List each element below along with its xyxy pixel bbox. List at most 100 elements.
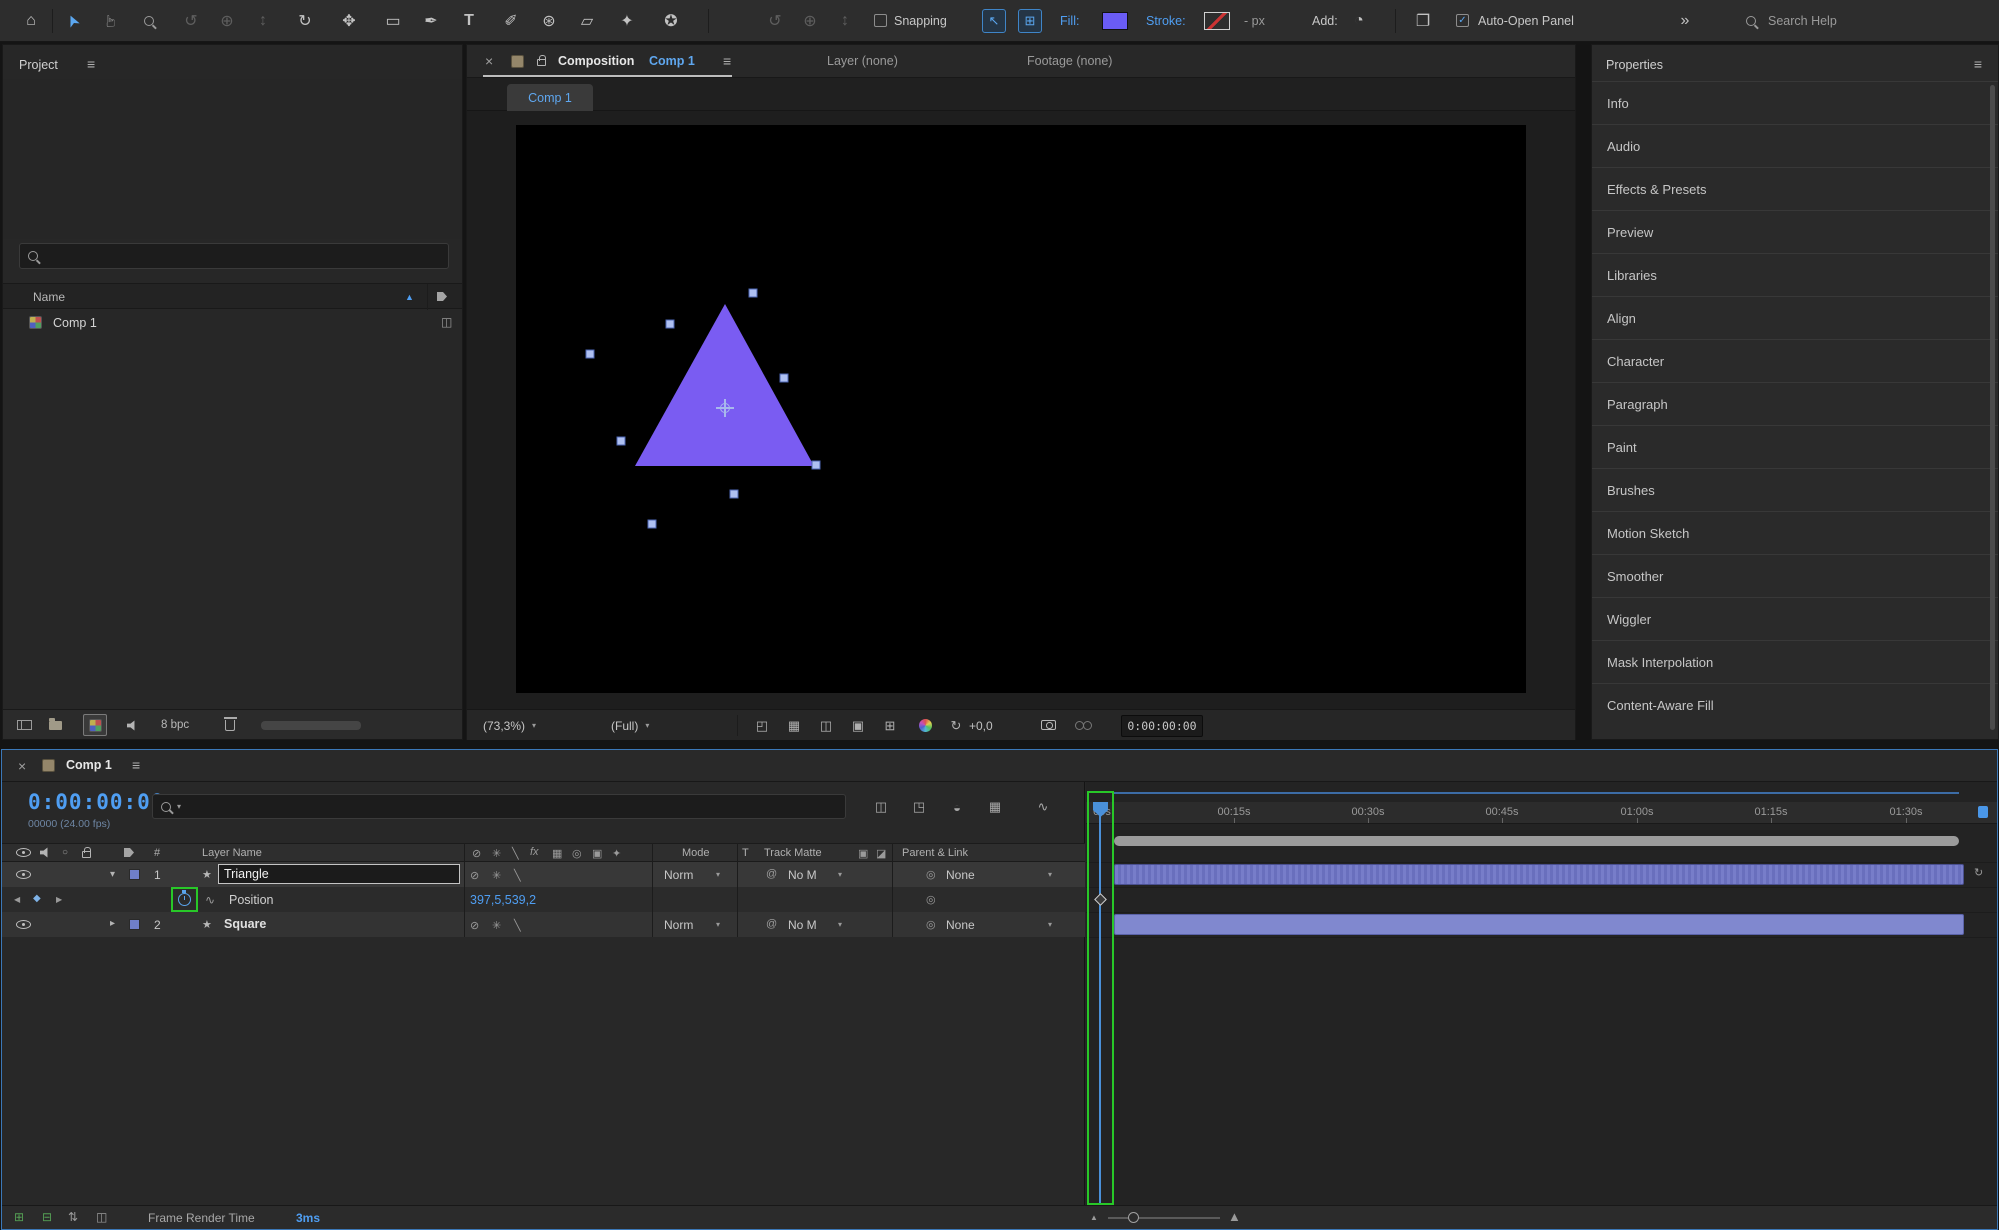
zoom-out-mountain-icon[interactable]: ▲ <box>1090 1213 1098 1222</box>
selection-handle[interactable] <box>780 374 789 383</box>
project-search-input[interactable] <box>19 243 449 269</box>
draft-3d-icon[interactable]: ◳ <box>906 796 932 818</box>
label-color-swatch[interactable] <box>129 869 140 880</box>
hand-tool-icon[interactable]: ☞ <box>90 6 132 36</box>
panel-toggle-icon[interactable]: ❐ <box>1408 0 1438 42</box>
toggle-mask-icon[interactable]: ◫ <box>813 710 839 741</box>
panel-item-motion-sketch[interactable]: Motion Sketch <box>1592 511 1998 554</box>
track-matte-pickwhip-icon[interactable]: @ <box>766 918 777 930</box>
timeline-tab-label[interactable]: Comp 1 <box>66 758 112 772</box>
quality-toggle-icon[interactable]: ╲ <box>514 869 521 882</box>
mode-column-header[interactable]: Mode <box>682 847 710 859</box>
panel-item-wiggler[interactable]: Wiggler <box>1592 597 1998 640</box>
search-help-label[interactable]: Search Help <box>1768 0 1837 42</box>
auto-open-panel-checkbox[interactable]: ✓ <box>1456 14 1469 27</box>
type-tool-icon[interactable]: T <box>454 0 484 42</box>
toggle-transfer-modes-icon[interactable]: ⊞ <box>14 1210 24 1224</box>
layer-row-triangle[interactable]: ▾ 1 ★ Triangle ⊘ ✳ ╲ Norm▾ @ No M▾ ◎ Non… <box>2 862 1085 887</box>
stroke-width-value[interactable]: - px <box>1244 0 1265 42</box>
add-icon[interactable]: ◔ <box>1344 0 1374 42</box>
project-scrollbar[interactable] <box>261 721 361 730</box>
timeline-search-input[interactable]: ▾ <box>152 794 846 819</box>
blend-mode-dropdown[interactable]: Norm▾ <box>664 912 720 937</box>
panel-item-paint[interactable]: Paint <box>1592 425 1998 468</box>
shy-toggle-icon[interactable]: ⊘ <box>470 919 479 932</box>
composition-tab-label[interactable]: Composition <box>558 54 634 68</box>
reset-exposure-icon[interactable]: ↻ <box>945 710 967 741</box>
close-icon[interactable]: × <box>485 53 493 69</box>
resolution-dropdown[interactable]: (Full)▾ <box>611 710 649 741</box>
collapse-toggle-icon[interactable]: ✳ <box>492 919 501 932</box>
roto-brush-tool-icon[interactable]: ✦ <box>612 0 642 42</box>
show-snapshot-icon[interactable] <box>1075 721 1092 729</box>
selection-handle[interactable] <box>617 437 626 446</box>
panel-item-effects-presets[interactable]: Effects & Presets <box>1592 167 1998 210</box>
rectangle-tool-icon[interactable]: ▭ <box>378 0 408 42</box>
index-column-header[interactable]: # <box>154 847 160 859</box>
panel-item-libraries[interactable]: Libraries <box>1592 253 1998 296</box>
panel-item-align[interactable]: Align <box>1592 296 1998 339</box>
hide-shy-layers-icon[interactable]: ◒ <box>944 796 970 818</box>
eye-icon[interactable] <box>16 920 31 929</box>
layer-name-label[interactable]: Square <box>224 917 266 931</box>
panel-item-content-aware-fill[interactable]: Content-Aware Fill <box>1592 683 1998 726</box>
viewer-tab-comp1[interactable]: Comp 1 <box>507 84 593 111</box>
collapse-chevron-icon[interactable]: ▸ <box>110 918 115 929</box>
parent-dropdown[interactable]: None▾ <box>946 912 1052 937</box>
snapshot-camera-icon[interactable] <box>1041 720 1056 730</box>
parent-dropdown[interactable]: None▾ <box>946 862 1052 887</box>
properties-panel-menu-icon[interactable]: ≡ <box>1974 56 1982 72</box>
mini-flowchart-icon[interactable]: ◫ <box>868 796 894 818</box>
selection-handle[interactable] <box>586 350 595 359</box>
pen-tool-icon[interactable]: ✒ <box>416 0 446 42</box>
orbit-camera-tool-icon[interactable]: ↺ <box>176 0 206 42</box>
shy-toggle-icon[interactable]: ⊘ <box>470 869 479 882</box>
time-ruler[interactable]: 00s 00:15s 00:30s 00:45s 01:00s 01:15s 0… <box>1086 802 1997 824</box>
rotation-tool-icon[interactable]: ↻ <box>290 0 320 42</box>
pan-camera-tool-icon[interactable]: ⊕ <box>212 0 242 42</box>
zoom-tool-icon[interactable] <box>134 0 164 42</box>
pan-behind-tool-icon[interactable]: ✥ <box>334 0 364 42</box>
quality-toggle-icon[interactable]: ╲ <box>514 919 521 932</box>
panel-item-paragraph[interactable]: Paragraph <box>1592 382 1998 425</box>
graph-editor-icon[interactable]: ∿ <box>1030 796 1056 818</box>
composition-panel-menu-icon[interactable]: ≡ <box>723 53 731 69</box>
collapse-toggle-icon[interactable]: ✳ <box>492 869 501 882</box>
eye-icon[interactable] <box>16 870 31 879</box>
collapse-switch-icon[interactable]: ✳ <box>492 847 501 860</box>
tag-icon[interactable] <box>437 292 447 301</box>
selection-handle[interactable] <box>749 289 758 298</box>
preview-time-display[interactable]: 0:00:00:00 <box>1121 715 1203 737</box>
threed-switch-icon[interactable]: ✦ <box>612 847 621 860</box>
stroke-label[interactable]: Stroke: <box>1146 0 1186 42</box>
layer-name-column-header[interactable]: Layer Name <box>202 847 262 859</box>
label-column-icon[interactable] <box>124 848 134 857</box>
adjustment-switch-icon[interactable]: ▣ <box>592 847 602 860</box>
t-column-header[interactable]: T <box>742 847 749 859</box>
panel-item-preview[interactable]: Preview <box>1592 210 1998 253</box>
layer-row-square[interactable]: ▸ 2 ★ Square ⊘ ✳ ╲ Norm▾ @ No M▾ ◎ None▾ <box>2 912 1085 937</box>
track-matte-dropdown[interactable]: No M▾ <box>788 912 842 937</box>
project-column-name[interactable]: Name <box>33 290 65 304</box>
layer-duration-bar-triangle[interactable] <box>1114 864 1964 885</box>
fill-label[interactable]: Fill: <box>1060 0 1079 42</box>
lock-icon[interactable] <box>537 59 546 66</box>
quality-switch-icon[interactable]: ╲ <box>512 847 519 860</box>
grid-guides-icon[interactable]: ▦ <box>781 710 807 741</box>
anchor-point-icon[interactable] <box>718 401 732 415</box>
timeline-zoom-handle[interactable] <box>1128 1212 1139 1223</box>
timeline-panel-menu-icon[interactable]: ≡ <box>132 757 140 773</box>
panel-item-smoother[interactable]: Smoother <box>1592 554 1998 597</box>
previous-keyframe-icon[interactable]: ◀ <box>14 895 20 904</box>
selection-handle[interactable] <box>666 320 675 329</box>
triangle-shape[interactable] <box>635 304 814 466</box>
property-graph-icon[interactable]: ∿ <box>205 893 215 907</box>
motion-blur-switch-icon[interactable]: ◎ <box>572 847 582 860</box>
stroke-color-swatch[interactable] <box>1204 12 1230 30</box>
view-options-icon[interactable]: ◰ <box>749 710 775 741</box>
frame-blend-switch-icon[interactable]: ▦ <box>552 847 562 860</box>
trash-icon[interactable] <box>225 720 235 731</box>
puppet-pin-tool-icon[interactable]: ✪ <box>656 0 686 42</box>
blend-mode-dropdown[interactable]: Norm▾ <box>664 862 720 887</box>
toggle-in-out-icon[interactable]: ⇅ <box>68 1210 78 1224</box>
